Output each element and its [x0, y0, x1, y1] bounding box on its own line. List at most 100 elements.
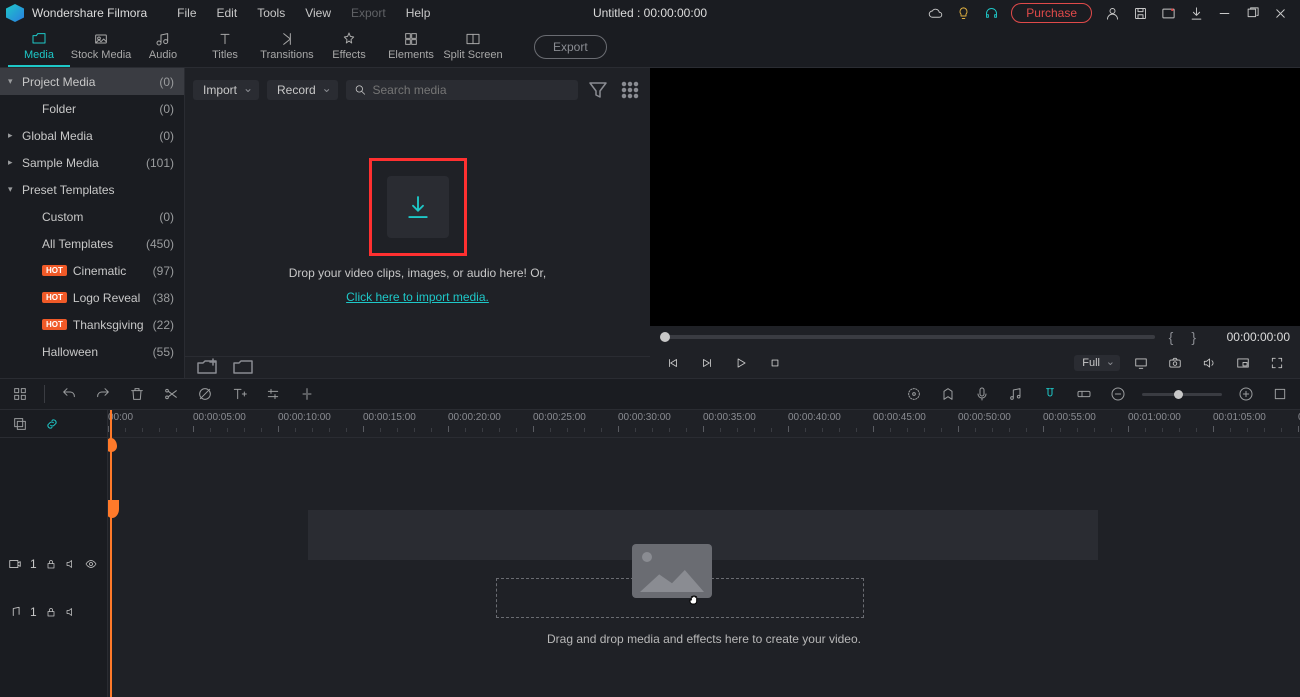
prev-frame-icon[interactable]: [660, 350, 686, 376]
marker-icon[interactable]: [938, 384, 958, 404]
lock-icon[interactable]: [45, 558, 57, 570]
timeline-ruler[interactable]: 00:0000:00:05:0000:00:10:0000:00:15:0000…: [108, 410, 1300, 438]
preview-canvas[interactable]: [650, 68, 1300, 326]
sidebar-item-count: (97): [153, 264, 174, 278]
sidebar-item-thanksgiving[interactable]: HOTThanksgiving(22): [0, 311, 184, 338]
mute-icon[interactable]: [65, 558, 77, 570]
zoom-out-icon[interactable]: [1108, 384, 1128, 404]
sidebar-item-custom[interactable]: Custom(0): [0, 203, 184, 230]
ruler-mark: 00:00:55:00: [1043, 412, 1096, 423]
folder-icon[interactable]: [231, 356, 255, 380]
menu-tools[interactable]: Tools: [247, 6, 295, 20]
search-input[interactable]: [372, 83, 570, 97]
sidebar-item-project-media[interactable]: ▾Project Media(0): [0, 68, 184, 95]
media-drop-zone[interactable]: Drop your video clips, images, or audio …: [185, 106, 650, 356]
tool-tabs: Media Stock Media Audio Titles Transitio…: [0, 26, 1300, 68]
headset-icon[interactable]: [977, 0, 1005, 26]
magnetic-icon[interactable]: [1040, 384, 1060, 404]
fullscreen-icon[interactable]: [1264, 350, 1290, 376]
playhead[interactable]: [110, 410, 112, 697]
search-input-wrap[interactable]: [346, 80, 578, 100]
timeline-tracks[interactable]: 00:0000:00:05:0000:00:10:0000:00:15:0000…: [108, 410, 1300, 697]
video-track-header[interactable]: 1: [0, 552, 108, 576]
preview-zoom-dropdown[interactable]: Full: [1074, 355, 1120, 371]
minimize-icon[interactable]: [1210, 0, 1238, 26]
grid-view-icon[interactable]: [618, 78, 642, 102]
record-dropdown[interactable]: Record: [267, 80, 338, 100]
sidebar-item-logo-reveal[interactable]: HOTLogo Reveal(38): [0, 284, 184, 311]
menu-edit[interactable]: Edit: [207, 6, 248, 20]
filter-icon[interactable]: [586, 78, 610, 102]
grid-menu-icon[interactable]: [10, 384, 30, 404]
stop-icon[interactable]: [762, 350, 788, 376]
undo-icon[interactable]: [59, 384, 79, 404]
maximize-icon[interactable]: [1238, 0, 1266, 26]
sidebar-item-cinematic[interactable]: HOTCinematic(97): [0, 257, 184, 284]
snapshot-icon[interactable]: [1162, 350, 1188, 376]
import-media-link[interactable]: Click here to import media.: [346, 290, 489, 304]
sidebar-item-all-templates[interactable]: All Templates(450): [0, 230, 184, 257]
mark-in-icon[interactable]: {: [1165, 329, 1178, 345]
tab-transitions[interactable]: Transitions: [256, 27, 318, 67]
sidebar-item-label: Halloween: [42, 345, 98, 359]
sidebar-item-global-media[interactable]: ▸Global Media(0): [0, 122, 184, 149]
ruler-mark: 00:01:05:00: [1213, 412, 1266, 423]
link-toggle-icon[interactable]: [1074, 384, 1094, 404]
hot-badge: HOT: [42, 319, 67, 330]
fit-zoom-icon[interactable]: [1270, 384, 1290, 404]
audio-mixer-icon[interactable]: [1006, 384, 1026, 404]
purchase-button[interactable]: Purchase: [1011, 3, 1092, 23]
sidebar-item-preset-templates[interactable]: ▾Preset Templates: [0, 176, 184, 203]
sidebar-item-halloween[interactable]: Halloween(55): [0, 338, 184, 365]
new-folder-add-icon[interactable]: [195, 356, 219, 380]
menu-help[interactable]: Help: [396, 6, 441, 20]
next-frame-icon[interactable]: [694, 350, 720, 376]
redo-icon[interactable]: [93, 384, 113, 404]
link-icon[interactable]: [42, 414, 62, 434]
close-icon[interactable]: [1266, 0, 1294, 26]
menu-view[interactable]: View: [295, 6, 341, 20]
zoom-in-icon[interactable]: [1236, 384, 1256, 404]
playhead-marker-icon[interactable]: [108, 500, 119, 518]
tab-effects[interactable]: Effects: [318, 27, 380, 67]
message-icon[interactable]: [1154, 0, 1182, 26]
display-icon[interactable]: [1128, 350, 1154, 376]
import-button[interactable]: [387, 176, 449, 238]
tab-audio[interactable]: Audio: [132, 27, 194, 67]
play-icon[interactable]: [728, 350, 754, 376]
sidebar-collapse-handle[interactable]: ◂: [184, 218, 185, 248]
audio-track-header[interactable]: 1: [0, 600, 108, 624]
save-icon[interactable]: [1126, 0, 1154, 26]
mute-icon[interactable]: [65, 606, 77, 618]
delete-icon[interactable]: [127, 384, 147, 404]
lock-icon[interactable]: [45, 606, 57, 618]
tab-titles[interactable]: Titles: [194, 27, 256, 67]
zoom-slider[interactable]: [1142, 393, 1222, 396]
tab-stock-media[interactable]: Stock Media: [70, 27, 132, 67]
pip-icon[interactable]: [1230, 350, 1256, 376]
keyframe-icon[interactable]: [297, 384, 317, 404]
sidebar-item-sample-media[interactable]: ▸Sample Media(101): [0, 149, 184, 176]
cloud-icon[interactable]: [921, 0, 949, 26]
crop-icon[interactable]: [195, 384, 215, 404]
adjust-icon[interactable]: [263, 384, 283, 404]
voiceover-icon[interactable]: [972, 384, 992, 404]
tab-elements[interactable]: Elements: [380, 27, 442, 67]
volume-icon[interactable]: [1196, 350, 1222, 376]
copy-icon[interactable]: [10, 414, 30, 434]
download-icon[interactable]: [1182, 0, 1210, 26]
text-add-icon[interactable]: [229, 384, 249, 404]
tab-split-screen[interactable]: Split Screen: [442, 27, 504, 67]
sidebar-item-folder[interactable]: Folder(0): [0, 95, 184, 122]
render-icon[interactable]: [904, 384, 924, 404]
import-dropdown[interactable]: Import: [193, 80, 259, 100]
mark-out-icon[interactable]: }: [1187, 329, 1200, 345]
menu-file[interactable]: File: [167, 6, 206, 20]
split-icon[interactable]: [161, 384, 181, 404]
lightbulb-icon[interactable]: [949, 0, 977, 26]
account-icon[interactable]: [1098, 0, 1126, 26]
tab-media[interactable]: Media: [8, 27, 70, 67]
export-button[interactable]: Export: [534, 35, 607, 59]
scrub-track[interactable]: [660, 335, 1155, 339]
eye-icon[interactable]: [85, 558, 97, 570]
